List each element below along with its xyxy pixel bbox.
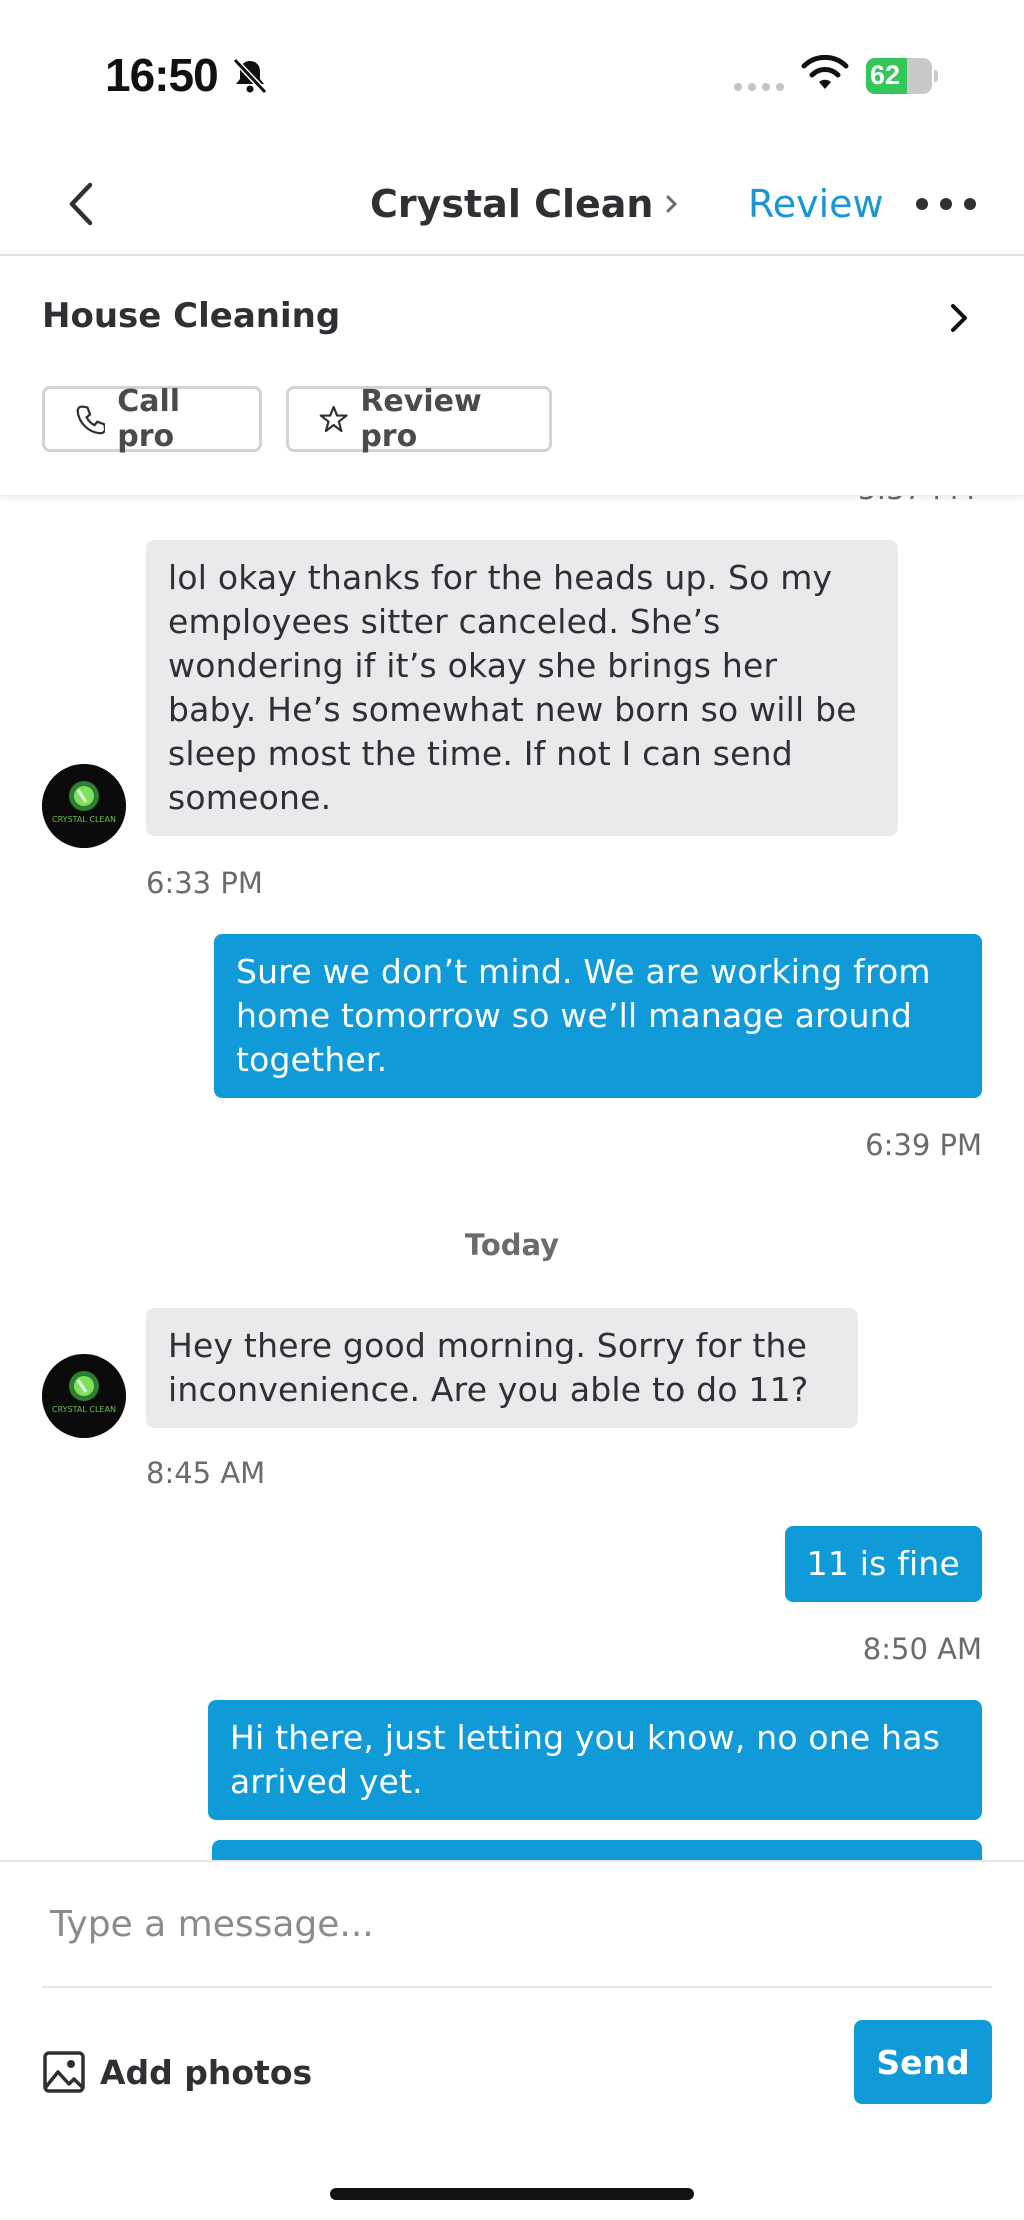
message-input[interactable]	[50, 1894, 970, 1954]
message-composer: Add photos Send	[0, 1860, 1024, 2220]
add-photos-button[interactable]: Add photos	[42, 2042, 312, 2102]
svg-text:CRYSTAL CLEAN: CRYSTAL CLEAN	[52, 1405, 116, 1414]
page-title: Crystal Clean	[370, 182, 654, 226]
star-icon	[319, 405, 348, 433]
conversation-header: Crystal Clean Review	[0, 150, 1024, 256]
more-icon-dot	[916, 198, 928, 210]
message-timestamp: 6:33 PM	[146, 866, 263, 900]
service-name-link[interactable]: House Cleaning	[42, 296, 340, 336]
call-pro-label: Call pro	[117, 384, 181, 454]
chevron-right-icon[interactable]	[944, 298, 974, 338]
status-bar: 16:50 62	[0, 0, 1024, 150]
phone-icon	[76, 405, 106, 435]
more-icon-dot	[940, 198, 952, 210]
crystal-clean-logo: CRYSTAL CLEAN	[42, 764, 126, 848]
review-button[interactable]: Review	[748, 174, 884, 234]
incoming-message-bubble: lol okay thanks for the heads up. So my …	[146, 540, 898, 836]
outgoing-message-bubble: 11 is fine	[784, 1526, 982, 1602]
review-pro-button[interactable]: Review pro	[286, 384, 552, 454]
message-thread[interactable]: 5:37 PM lol okay thanks for the heads up…	[0, 496, 1024, 1860]
more-icon-dot	[964, 198, 976, 210]
chevron-right-icon	[666, 195, 678, 213]
outgoing-message-bubble	[212, 1840, 982, 1860]
send-button[interactable]: Send	[854, 2020, 992, 2104]
signal-icon	[734, 83, 784, 91]
project-panel: House Cleaning Call pro Review pro	[0, 256, 1024, 496]
message-timestamp: 8:45 AM	[146, 1456, 266, 1490]
image-icon	[43, 2051, 85, 2093]
outgoing-message-bubble: Hi there, just letting you know, no one …	[208, 1700, 982, 1820]
divider	[42, 1986, 992, 1988]
home-indicator[interactable]	[330, 2188, 694, 2200]
call-pro-button[interactable]: Call pro	[42, 384, 262, 454]
back-arrow-icon	[69, 182, 93, 226]
add-photos-label: Add photos	[100, 2052, 313, 2092]
status-time: 16:50	[105, 49, 219, 101]
more-options-button[interactable]	[916, 174, 976, 234]
message-timestamp: 5:37 PM	[858, 496, 975, 506]
svg-text:CRYSTAL CLEAN: CRYSTAL CLEAN	[52, 815, 116, 824]
day-separator: Today	[464, 1228, 560, 1262]
battery-charging-icon: 62	[866, 58, 938, 94]
review-pro-label: Review pro	[360, 384, 482, 454]
outgoing-message-bubble: Sure we don’t mind. We are working from …	[214, 934, 982, 1098]
pro-profile-link[interactable]: Crystal Clean	[370, 174, 681, 234]
crystal-clean-logo: CRYSTAL CLEAN	[42, 1354, 126, 1438]
back-button[interactable]	[56, 174, 106, 234]
message-timestamp: 6:39 PM	[865, 1128, 982, 1162]
message-timestamp: 8:50 AM	[862, 1632, 982, 1666]
battery-percent: 62	[870, 60, 901, 90]
avatar[interactable]: CRYSTAL CLEAN	[42, 764, 126, 848]
bell-off-icon	[232, 57, 268, 95]
incoming-message-bubble: Hey there good morning. Sorry for the in…	[146, 1308, 858, 1428]
avatar[interactable]: CRYSTAL CLEAN	[42, 1354, 126, 1438]
wifi-icon	[801, 55, 849, 89]
